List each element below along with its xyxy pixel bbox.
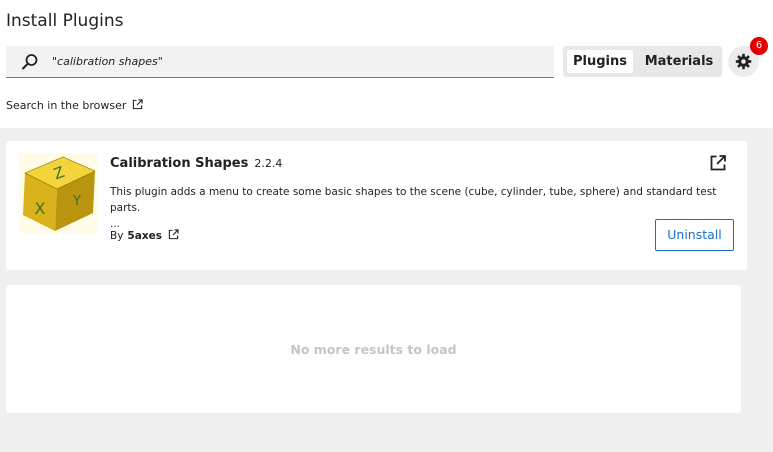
gear-icon [735, 53, 752, 70]
tab-materials[interactable]: Materials [639, 50, 719, 73]
author-prefix: By [110, 230, 124, 242]
author-name-link[interactable]: 5axes [127, 230, 162, 242]
plugin-card[interactable]: Z X Y Calibration Shapes 2.2.4 This plugi… [6, 141, 747, 270]
plugin-description-text: This plugin adds a menu to create some b… [110, 186, 717, 214]
plugin-name: Calibration Shapes [110, 156, 249, 171]
plugin-thumbnail: Z X Y [19, 153, 97, 233]
plugin-version: 2.2.4 [254, 157, 283, 170]
external-link-icon [133, 99, 144, 110]
thumbnail-letter-x: X [35, 199, 46, 218]
no-more-results-panel: No more results to load [6, 285, 741, 413]
plugin-description: This plugin adds a menu to create some b… [110, 184, 740, 232]
plugin-title: Calibration Shapes 2.2.4 [110, 156, 282, 171]
page-title: Install Plugins [6, 11, 124, 31]
search-in-browser-link[interactable]: Search in the browser [6, 99, 144, 112]
search-icon [22, 54, 38, 70]
open-external-icon[interactable] [709, 154, 727, 172]
search-value[interactable]: "calibration shapes" [52, 55, 163, 68]
tab-plugins[interactable]: Plugins [567, 50, 633, 73]
browser-link-label: Search in the browser [6, 99, 127, 112]
notification-badge: 6 [750, 37, 768, 55]
thumbnail-letter-y: Y [72, 194, 81, 209]
plugin-description-more: ... [110, 218, 121, 230]
header: Install Plugins "calibration shapes" Plu… [0, 0, 773, 128]
plugin-author: By 5axes [110, 229, 179, 242]
uninstall-button[interactable]: Uninstall [655, 219, 734, 251]
tab-bar: Plugins Materials [563, 46, 722, 77]
external-link-icon[interactable] [168, 229, 179, 240]
search-input[interactable]: "calibration shapes" [6, 46, 554, 78]
no-more-results-message: No more results to load [290, 342, 457, 357]
